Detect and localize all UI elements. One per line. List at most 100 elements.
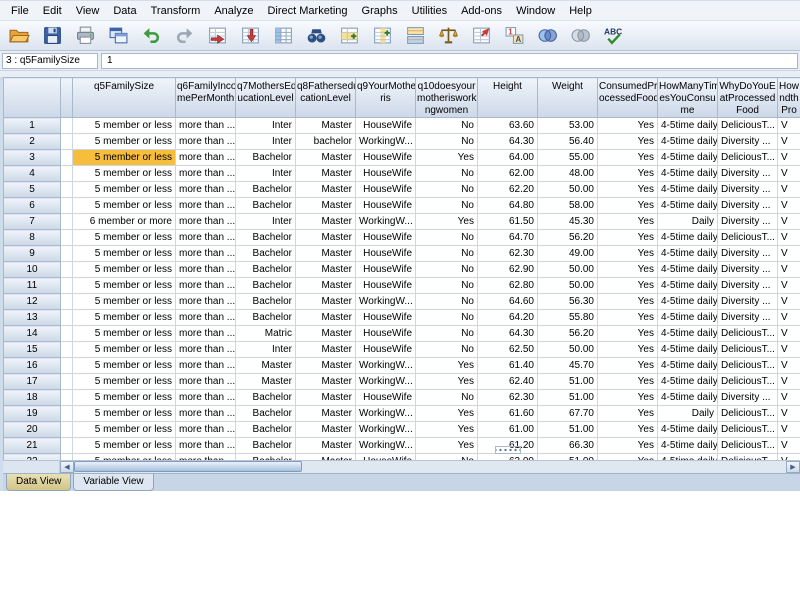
cell-q5FamilySize[interactable]: 5 member or less	[73, 134, 176, 150]
cell-q6FamilyIncomePerMonth[interactable]: more than ...	[176, 262, 236, 278]
pane-splitter-handle[interactable]	[495, 446, 521, 454]
menu-item-file[interactable]: File	[4, 3, 36, 19]
print-icon[interactable]	[72, 24, 98, 48]
row-number[interactable]: 5	[4, 182, 61, 198]
cell-ConsumedProcessedFood[interactable]: Yes	[598, 438, 658, 454]
cell-clipped-left[interactable]	[61, 150, 73, 166]
cell-q6FamilyIncomePerMonth[interactable]: more than ...	[176, 438, 236, 454]
cell-WhyDoYouEatProcessedFood[interactable]: Diversity ...	[718, 214, 778, 230]
cell-q7MothersEducationLevel[interactable]: Bachelor	[236, 150, 296, 166]
cell-q8FatherseducationLevel[interactable]: Master	[296, 278, 356, 294]
cell-clipped-left[interactable]	[61, 438, 73, 454]
column-header-q7MothersEducationLevel[interactable]: q7MothersEd ucationLevel	[236, 78, 296, 118]
cell-clipped-left[interactable]	[61, 214, 73, 230]
cell-Height[interactable]: 64.70	[478, 230, 538, 246]
cell-ConsumedProcessedFood[interactable]: Yes	[598, 166, 658, 182]
cell-HowManyTimesYouConsume[interactable]: 4-5time daily	[658, 422, 718, 438]
cell-Weight[interactable]: 56.20	[538, 230, 598, 246]
select-cases-icon[interactable]	[468, 24, 494, 48]
tab-variable-view[interactable]: Variable View	[73, 474, 153, 491]
cell-clipped-right[interactable]: V	[778, 134, 800, 150]
cell-clipped-left[interactable]	[61, 262, 73, 278]
cell-q7MothersEducationLevel[interactable]: Bachelor	[236, 278, 296, 294]
cell-q5FamilySize[interactable]: 5 member or less	[73, 438, 176, 454]
row-number[interactable]: 19	[4, 406, 61, 422]
cell-q7MothersEducationLevel[interactable]: Bachelor	[236, 246, 296, 262]
cell-ConsumedProcessedFood[interactable]: Yes	[598, 294, 658, 310]
menu-item-data[interactable]: Data	[106, 3, 143, 19]
cell-WhyDoYouEatProcessedFood[interactable]: DeliciousT...	[718, 230, 778, 246]
row-number[interactable]: 10	[4, 262, 61, 278]
cell-q6FamilyIncomePerMonth[interactable]: more than ...	[176, 166, 236, 182]
cell-q10doesyourmotherisworkingwomen[interactable]: No	[416, 198, 478, 214]
insert-cases-icon[interactable]	[336, 24, 362, 48]
cell-HowManyTimesYouConsume[interactable]: 4-5time daily	[658, 230, 718, 246]
cell-WhyDoYouEatProcessedFood[interactable]: Diversity ...	[718, 198, 778, 214]
cell-WhyDoYouEatProcessedFood[interactable]: Diversity ...	[718, 278, 778, 294]
cell-q8FatherseducationLevel[interactable]: Master	[296, 406, 356, 422]
cell-clipped-left[interactable]	[61, 134, 73, 150]
cell-q8FatherseducationLevel[interactable]: Master	[296, 262, 356, 278]
column-header-clipped-right[interactable]: How ndth Pro	[778, 78, 800, 118]
cell-Height[interactable]: 62.20	[478, 182, 538, 198]
cell-q7MothersEducationLevel[interactable]: Master	[236, 374, 296, 390]
column-header-ConsumedProcessedFood[interactable]: ConsumedPr ocessedFood	[598, 78, 658, 118]
cell-Weight[interactable]: 66.30	[538, 438, 598, 454]
cell-q10doesyourmotherisworkingwomen[interactable]: Yes	[416, 150, 478, 166]
menu-item-transform[interactable]: Transform	[144, 3, 208, 19]
cell-Weight[interactable]: 50.00	[538, 278, 598, 294]
cell-q9YourMotheris[interactable]: WorkingW...	[356, 134, 416, 150]
cell-Height[interactable]: 61.50	[478, 214, 538, 230]
cell-Height[interactable]: 62.80	[478, 278, 538, 294]
row-number[interactable]: 13	[4, 310, 61, 326]
scrollbar-track[interactable]	[74, 461, 786, 473]
scroll-right-button[interactable]: ▶	[786, 461, 800, 473]
cell-q9YourMotheris[interactable]: WorkingW...	[356, 358, 416, 374]
cell-q8FatherseducationLevel[interactable]: Master	[296, 166, 356, 182]
cell-q6FamilyIncomePerMonth[interactable]: more than ...	[176, 358, 236, 374]
cell-q7MothersEducationLevel[interactable]: Bachelor	[236, 438, 296, 454]
cell-WhyDoYouEatProcessedFood[interactable]: Diversity ...	[718, 166, 778, 182]
cell-q9YourMotheris[interactable]: WorkingW...	[356, 214, 416, 230]
cell-q9YourMotheris[interactable]: WorkingW...	[356, 294, 416, 310]
cell-HowManyTimesYouConsume[interactable]: 4-5time daily	[658, 454, 718, 461]
cell-q9YourMotheris[interactable]: HouseWife	[356, 182, 416, 198]
cell-clipped-left[interactable]	[61, 246, 73, 262]
cell-q7MothersEducationLevel[interactable]: Matric	[236, 326, 296, 342]
cell-ConsumedProcessedFood[interactable]: Yes	[598, 422, 658, 438]
cell-q9YourMotheris[interactable]: HouseWife	[356, 118, 416, 134]
cell-Weight[interactable]: 55.80	[538, 310, 598, 326]
cell-q5FamilySize[interactable]: 5 member or less	[73, 358, 176, 374]
menu-item-utilities[interactable]: Utilities	[405, 3, 454, 19]
cell-HowManyTimesYouConsume[interactable]: 4-5time daily	[658, 438, 718, 454]
column-header-q6FamilyIncomePerMonth[interactable]: q6FamilyInco mePerMonth	[176, 78, 236, 118]
cell-Height[interactable]: 64.00	[478, 150, 538, 166]
redo-icon[interactable]	[171, 24, 197, 48]
cell-ConsumedProcessedFood[interactable]: Yes	[598, 150, 658, 166]
cell-q7MothersEducationLevel[interactable]: Bachelor	[236, 406, 296, 422]
cell-ConsumedProcessedFood[interactable]: Yes	[598, 310, 658, 326]
cell-q8FatherseducationLevel[interactable]: Master	[296, 182, 356, 198]
cell-q10doesyourmotherisworkingwomen[interactable]: No	[416, 262, 478, 278]
cell-q6FamilyIncomePerMonth[interactable]: more than ...	[176, 422, 236, 438]
cell-clipped-left[interactable]	[61, 182, 73, 198]
cell-Weight[interactable]: 56.40	[538, 134, 598, 150]
cell-q7MothersEducationLevel[interactable]: Bachelor	[236, 182, 296, 198]
cell-q10doesyourmotherisworkingwomen[interactable]: No	[416, 310, 478, 326]
cell-q7MothersEducationLevel[interactable]: Inter	[236, 214, 296, 230]
cell-clipped-right[interactable]: V	[778, 390, 800, 406]
tab-data-view[interactable]: Data View	[6, 474, 71, 491]
menu-item-analyze[interactable]: Analyze	[207, 3, 260, 19]
cell-q8FatherseducationLevel[interactable]: Master	[296, 422, 356, 438]
column-header-HowManyTimesYouConsume[interactable]: HowManyTim esYouConsu me	[658, 78, 718, 118]
cell-clipped-left[interactable]	[61, 118, 73, 134]
show-all-variables-icon[interactable]	[567, 24, 593, 48]
cell-q9YourMotheris[interactable]: HouseWife	[356, 150, 416, 166]
value-labels-icon[interactable]: 1A	[501, 24, 527, 48]
cell-Height[interactable]: 62.40	[478, 374, 538, 390]
cell-clipped-right[interactable]: V	[778, 118, 800, 134]
cell-q6FamilyIncomePerMonth[interactable]: more than ...	[176, 278, 236, 294]
cell-HowManyTimesYouConsume[interactable]: 4-5time daily	[658, 278, 718, 294]
undo-icon[interactable]	[138, 24, 164, 48]
cell-clipped-right[interactable]: V	[778, 278, 800, 294]
